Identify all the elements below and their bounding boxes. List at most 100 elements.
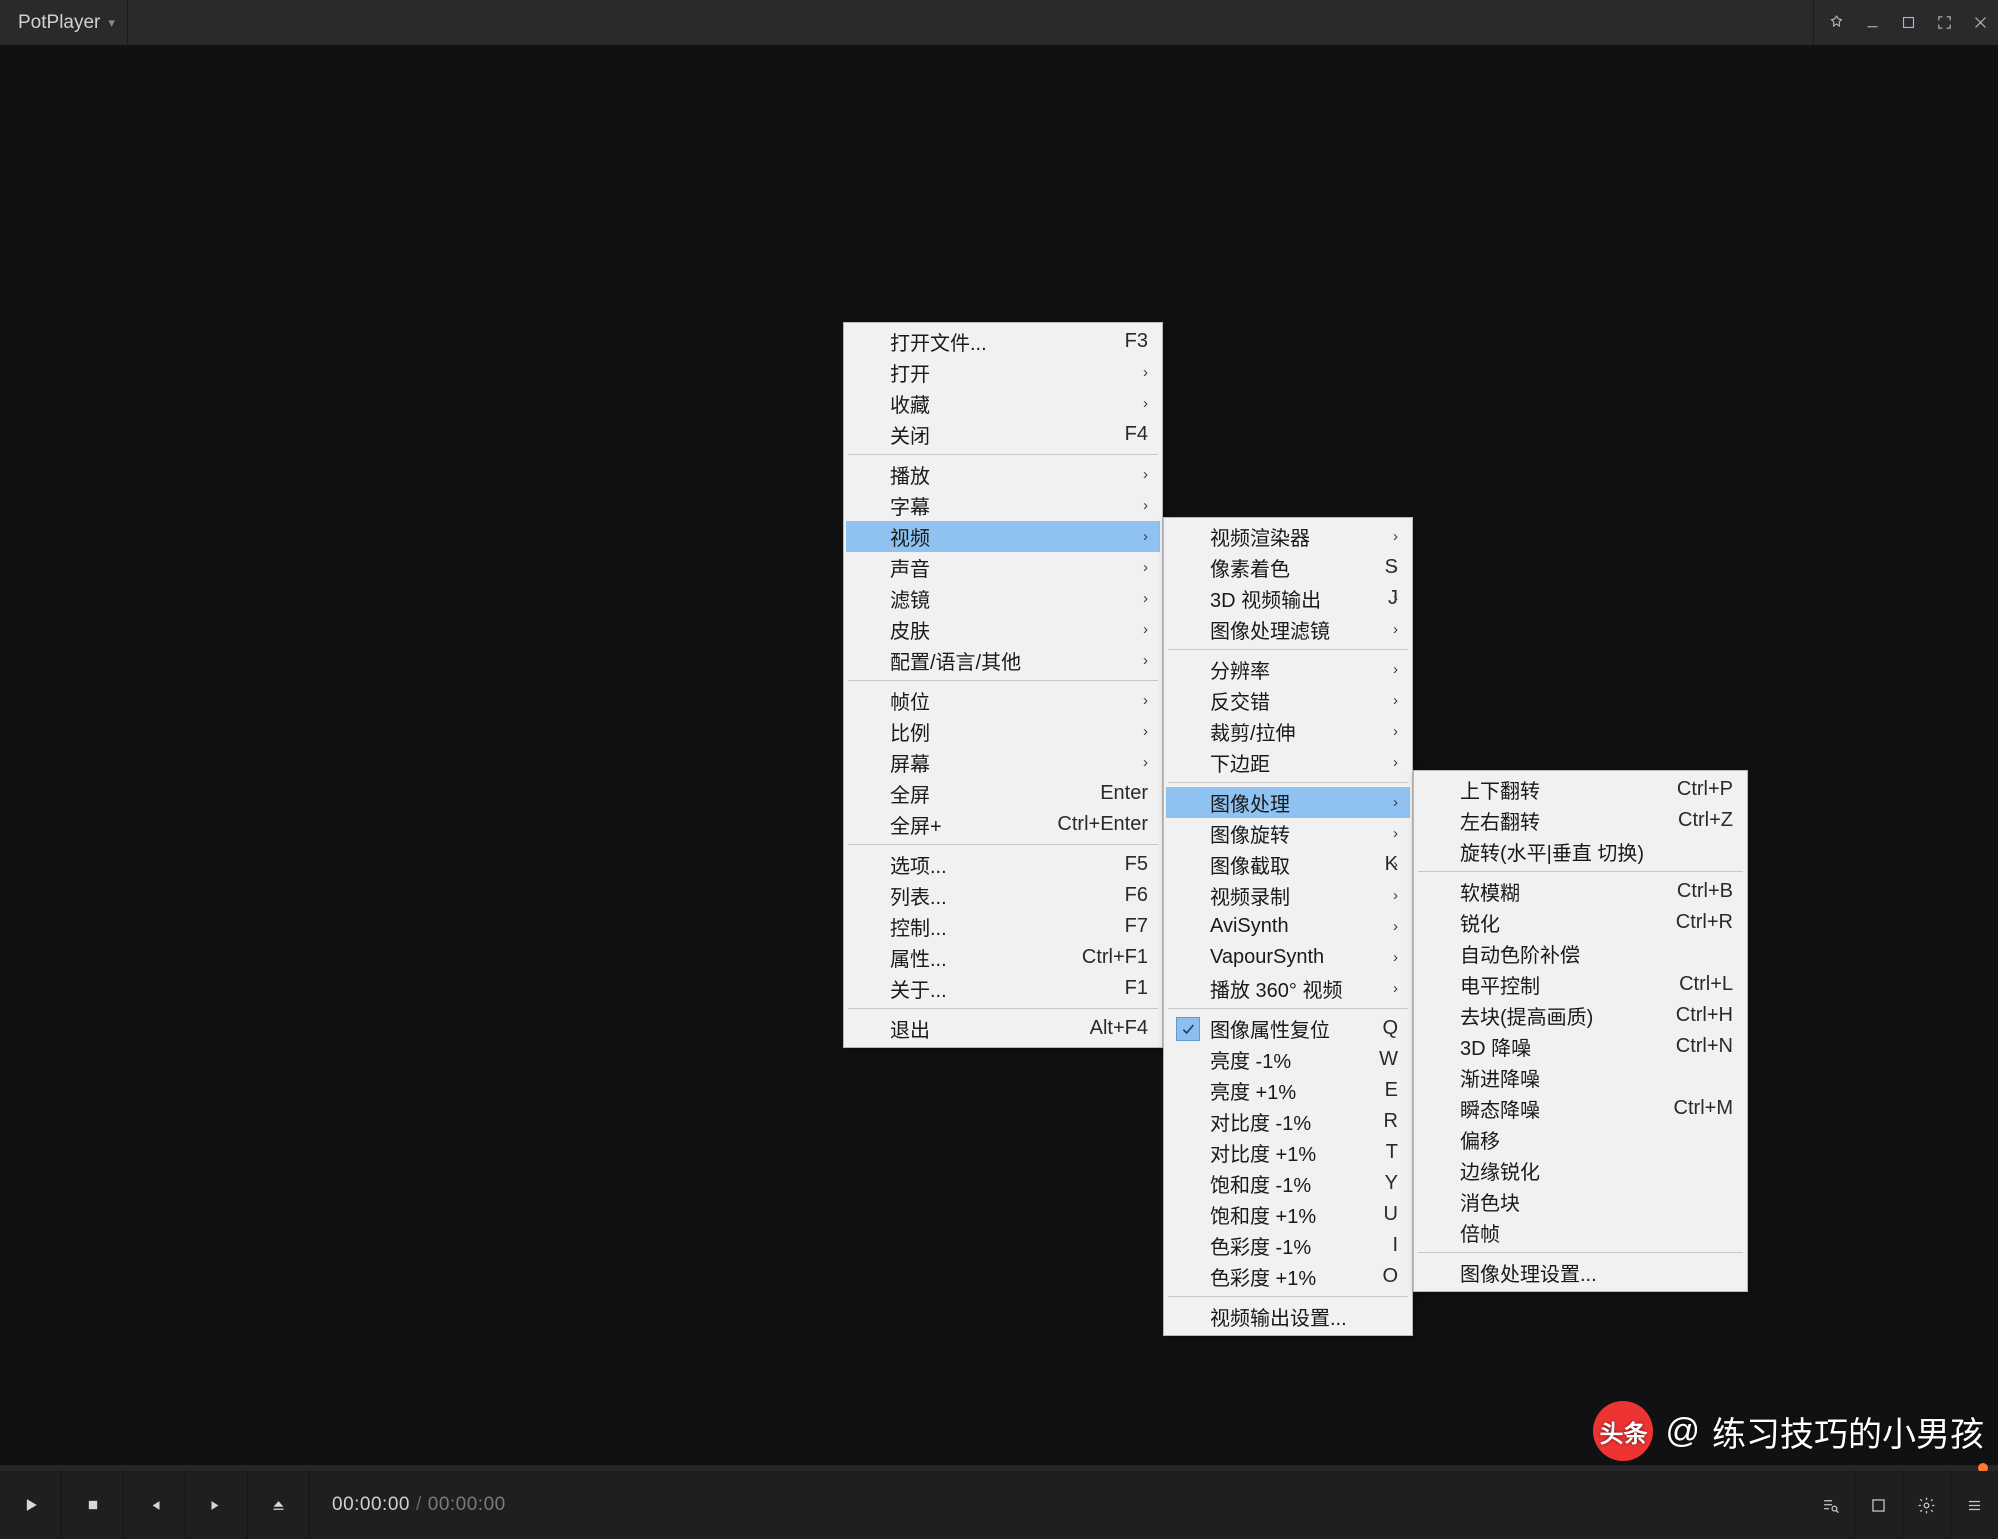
menu-item-shortcut: F3 (1088, 330, 1148, 353)
previous-button[interactable] (124, 1471, 186, 1539)
menu-item[interactable]: 消色块 (1416, 1186, 1745, 1217)
menu-item[interactable]: 3D 降噪Ctrl+N (1416, 1031, 1745, 1062)
chevron-right-icon: › (1393, 887, 1398, 904)
menu-item[interactable]: 退出Alt+F4 (846, 1013, 1160, 1044)
menu-item-label: 对比度 +1% (1210, 1138, 1338, 1167)
menu-item[interactable]: 字幕› (846, 490, 1160, 521)
menu-item[interactable]: 视频录制› (1166, 880, 1410, 911)
next-button[interactable] (186, 1471, 248, 1539)
menu-item[interactable]: 上下翻转Ctrl+P (1416, 774, 1745, 805)
chevron-right-icon: › (1143, 395, 1148, 412)
menu-item[interactable]: 亮度 -1%W (1166, 1044, 1410, 1075)
menu-item[interactable]: 对比度 +1%T (1166, 1137, 1410, 1168)
menu-item[interactable]: 分辨率› (1166, 654, 1410, 685)
menu-item[interactable]: 滤镜› (846, 583, 1160, 614)
menu-item[interactable]: 列表...F6 (846, 880, 1160, 911)
play-button[interactable] (0, 1471, 62, 1539)
menu-item[interactable]: 饱和度 +1%U (1166, 1199, 1410, 1230)
menu-item[interactable]: 饱和度 -1%Y (1166, 1168, 1410, 1199)
pin-icon[interactable] (1818, 0, 1854, 45)
fullscreen-icon[interactable] (1926, 0, 1962, 45)
menu-divider (1168, 649, 1408, 650)
chevron-right-icon: › (1143, 692, 1148, 709)
menu-item[interactable]: 全屏+Ctrl+Enter (846, 809, 1160, 840)
menu-item[interactable]: 皮肤› (846, 614, 1160, 645)
menu-item[interactable]: 收藏› (846, 388, 1160, 419)
menu-item[interactable]: 播放 360° 视频› (1166, 973, 1410, 1004)
menu-item[interactable]: 色彩度 -1%I (1166, 1230, 1410, 1261)
settings-gear-icon[interactable] (1902, 1471, 1950, 1539)
menu-item[interactable]: 图像处理› (1166, 787, 1410, 818)
menu-item[interactable]: 图像处理设置... (1416, 1257, 1745, 1288)
menu-item[interactable]: 倍帧 (1416, 1217, 1745, 1248)
menu-item[interactable]: 视频输出设置... (1166, 1301, 1410, 1332)
menu-item-shortcut: F5 (1088, 853, 1148, 876)
menu-item[interactable]: 软模糊Ctrl+B (1416, 876, 1745, 907)
minimize-icon[interactable] (1854, 0, 1890, 45)
playlist-icon[interactable] (1950, 1471, 1998, 1539)
menu-item[interactable]: 瞬态降噪Ctrl+M (1416, 1093, 1745, 1124)
app-title-button[interactable]: PotPlayer ▾ (0, 0, 128, 45)
menu-item[interactable]: 图像属性复位Q (1166, 1013, 1410, 1044)
close-icon[interactable] (1962, 0, 1998, 45)
menu-item-label: 锐化 (1460, 908, 1646, 937)
menu-item[interactable]: 对比度 -1%R (1166, 1106, 1410, 1137)
menu-item-shortcut: Ctrl+F1 (1052, 946, 1148, 969)
menu-item[interactable]: 帧位› (846, 685, 1160, 716)
menu-item[interactable]: 图像处理滤镜› (1166, 614, 1410, 645)
menu-item[interactable]: 反交错› (1166, 685, 1410, 716)
menu-item[interactable]: 去块(提高画质)Ctrl+H (1416, 1000, 1745, 1031)
stop-button[interactable] (62, 1471, 124, 1539)
menu-item-label: 退出 (890, 1014, 1060, 1043)
menu-item[interactable]: 屏幕› (846, 747, 1160, 778)
menu-item[interactable]: 裁剪/拉伸› (1166, 716, 1410, 747)
menu-item[interactable]: 边缘锐化 (1416, 1155, 1745, 1186)
menu-item[interactable]: 像素着色S› (1166, 552, 1410, 583)
menu-item[interactable]: 关闭F4 (846, 419, 1160, 450)
chevron-down-icon: ▾ (108, 15, 115, 31)
menu-item[interactable]: 渐进降噪 (1416, 1062, 1745, 1093)
menu-item[interactable]: 比例› (846, 716, 1160, 747)
menu-item-shortcut: F4 (1088, 423, 1148, 446)
menu-item-shortcut: Ctrl+Enter (1027, 813, 1148, 836)
menu-item[interactable]: 电平控制Ctrl+L (1416, 969, 1745, 1000)
menu-item[interactable]: 播放› (846, 459, 1160, 490)
menu-item[interactable]: 全屏Enter (846, 778, 1160, 809)
menu-item[interactable]: 关于...F1 (846, 973, 1160, 1004)
maximize-icon[interactable] (1890, 0, 1926, 45)
menu-item[interactable]: 打开文件...F3 (846, 326, 1160, 357)
menu-item[interactable]: AviSynth› (1166, 911, 1410, 942)
menu-item[interactable]: 3D 视频输出J› (1166, 583, 1410, 614)
menu-item[interactable]: 选项...F5 (846, 849, 1160, 880)
menu-item[interactable]: 自动色阶补偿 (1416, 938, 1745, 969)
menu-item[interactable]: 配置/语言/其他› (846, 645, 1160, 676)
menu-item[interactable]: 控制...F7 (846, 911, 1160, 942)
menu-item[interactable]: 亮度 +1%E (1166, 1075, 1410, 1106)
menu-item[interactable]: 声音› (846, 552, 1160, 583)
menu-item[interactable]: 图像截取K› (1166, 849, 1410, 880)
menu-item-shortcut: W (1338, 1048, 1398, 1071)
chevron-right-icon: › (1393, 918, 1398, 935)
menu-item-shortcut: Ctrl+R (1646, 911, 1733, 934)
menu-item[interactable]: VapourSynth› (1166, 942, 1410, 973)
menu-item-label: VapourSynth (1210, 946, 1398, 969)
menu-item[interactable]: 旋转(水平|垂直 切换) (1416, 836, 1745, 867)
menu-item[interactable]: 偏移 (1416, 1124, 1745, 1155)
open-file-icon[interactable] (1854, 1471, 1902, 1539)
menu-item-label: 全屏+ (890, 810, 1027, 839)
chevron-right-icon: › (1393, 559, 1398, 576)
menu-item[interactable]: 属性...Ctrl+F1 (846, 942, 1160, 973)
eject-button[interactable] (248, 1471, 310, 1539)
menu-item[interactable]: 视频› (846, 521, 1160, 552)
menu-item[interactable]: 色彩度 +1%O (1166, 1261, 1410, 1292)
menu-item[interactable]: 锐化Ctrl+R (1416, 907, 1745, 938)
menu-item[interactable]: 下边距› (1166, 747, 1410, 778)
menu-item-label: 左右翻转 (1460, 806, 1648, 835)
menu-item-label: 列表... (890, 881, 1088, 910)
playlist-search-icon[interactable] (1806, 1471, 1854, 1539)
chevron-right-icon: › (1393, 723, 1398, 740)
menu-item[interactable]: 打开› (846, 357, 1160, 388)
menu-item[interactable]: 图像旋转› (1166, 818, 1410, 849)
menu-item[interactable]: 左右翻转Ctrl+Z (1416, 805, 1745, 836)
menu-item[interactable]: 视频渲染器› (1166, 521, 1410, 552)
